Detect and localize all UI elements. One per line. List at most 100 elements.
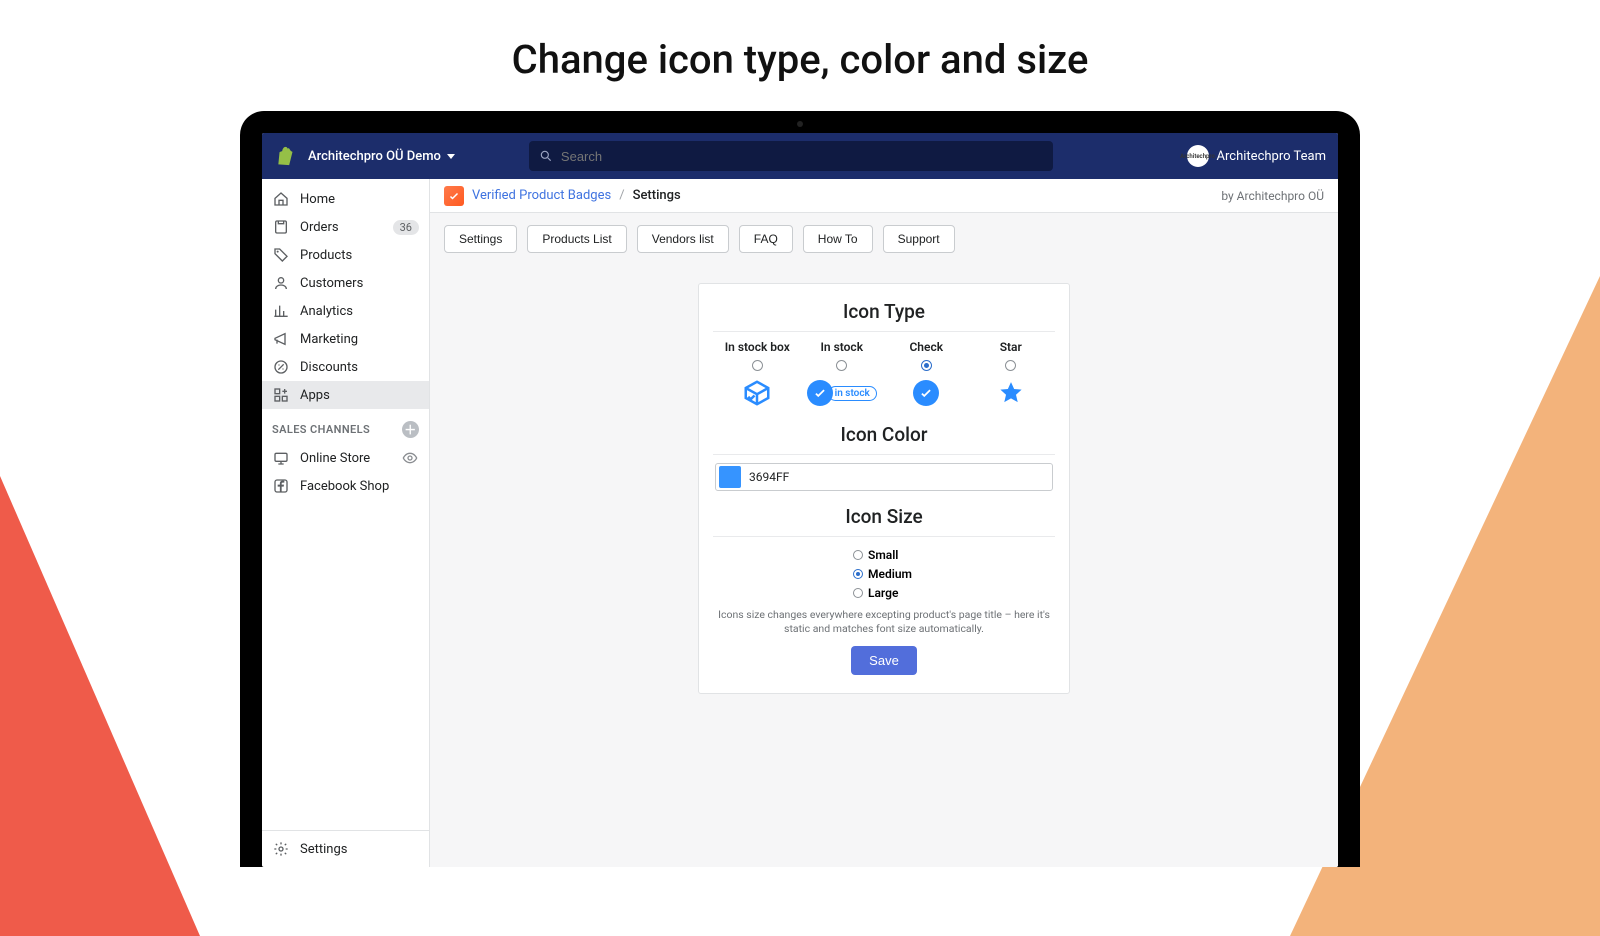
icon-size-option-small[interactable]: Small	[853, 545, 1053, 564]
home-icon	[272, 190, 290, 208]
icon-color-heading: Icon Color	[715, 423, 1053, 446]
avatar: Architechpro	[1187, 145, 1209, 167]
sidebar-item-products[interactable]: Products	[262, 241, 429, 269]
sidebar-item-label: Analytics	[300, 304, 419, 319]
radio-icon[interactable]	[853, 550, 863, 560]
color-swatch	[719, 466, 741, 488]
main-content: Verified Product Badges / Settings by Ar…	[430, 179, 1338, 867]
user-menu[interactable]: Architechpro Architechpro Team	[1187, 145, 1326, 167]
sidebar-item-label: Facebook Shop	[300, 479, 419, 494]
color-picker[interactable]: 3694FF	[715, 463, 1053, 491]
decor-triangle-left	[0, 476, 200, 936]
sidebar-item-label: Orders	[300, 220, 383, 235]
icon-type-label: In stock box	[725, 340, 790, 354]
icon-size-label: Small	[868, 548, 898, 562]
in-stock-pill: in stock	[828, 386, 877, 401]
breadcrumb-sep: /	[619, 188, 624, 203]
tab-how-to[interactable]: How To	[803, 225, 873, 253]
tab-faq[interactable]: FAQ	[739, 225, 793, 253]
view-store-icon[interactable]	[401, 449, 419, 467]
color-hex-value: 3694FF	[749, 470, 789, 484]
sales-channels-header: SALES CHANNELS ＋	[262, 409, 429, 444]
app-tabs: Settings Products List Vendors list FAQ …	[430, 213, 1338, 253]
search-input[interactable]	[561, 149, 1043, 164]
icon-type-label: Star	[1000, 340, 1022, 354]
camera-dot	[797, 121, 803, 127]
app-byline: by Architechpro OÜ	[1221, 189, 1324, 203]
icon-type-option-in-stock-box[interactable]: In stock box	[715, 340, 800, 409]
icon-size-hint: Icons size changes everywhere excepting …	[715, 608, 1053, 636]
settings-card: Icon Type In stock box In s	[698, 283, 1070, 694]
sidebar-channel-online-store[interactable]: Online Store	[262, 444, 429, 472]
discounts-icon	[272, 358, 290, 376]
products-icon	[272, 246, 290, 264]
sidebar-item-label: Discounts	[300, 360, 419, 375]
check-preview-icon	[913, 377, 939, 409]
tab-settings[interactable]: Settings	[444, 225, 517, 253]
breadcrumb-bar: Verified Product Badges / Settings by Ar…	[430, 179, 1338, 213]
save-button[interactable]: Save	[851, 646, 917, 675]
sidebar-item-marketing[interactable]: Marketing	[262, 325, 429, 353]
app-badge-icon	[444, 186, 464, 206]
icon-type-option-check[interactable]: Check	[884, 340, 969, 409]
icon-type-option-in-stock[interactable]: In stock in stock	[800, 340, 885, 409]
radio-icon[interactable]	[752, 360, 763, 371]
sidebar-item-customers[interactable]: Customers	[262, 269, 429, 297]
marketing-icon	[272, 330, 290, 348]
sidebar-item-apps[interactable]: Apps	[262, 381, 429, 409]
caret-down-icon	[447, 154, 455, 159]
sidebar-item-label: Products	[300, 248, 419, 263]
search-icon	[539, 149, 553, 163]
facebook-icon	[272, 477, 290, 495]
radio-icon[interactable]	[1005, 360, 1016, 371]
breadcrumb-current: Settings	[633, 188, 681, 203]
icon-size-label: Medium	[868, 567, 912, 581]
sales-channels-label: SALES CHANNELS	[272, 423, 370, 436]
radio-icon[interactable]	[921, 360, 932, 371]
global-search[interactable]	[529, 141, 1053, 171]
user-name-label: Architechpro Team	[1217, 149, 1326, 164]
icon-type-label: In stock	[820, 340, 863, 354]
tab-products-list[interactable]: Products List	[527, 225, 626, 253]
page-headline: Change icon type, color and size	[0, 36, 1600, 83]
icon-type-label: Check	[909, 340, 943, 354]
sidebar-item-label: Home	[300, 192, 419, 207]
customers-icon	[272, 274, 290, 292]
device-frame: Architechpro OÜ Demo Architechpro Archit…	[240, 111, 1360, 867]
sidebar-item-analytics[interactable]: Analytics	[262, 297, 429, 325]
sidebar-item-label: Settings	[300, 842, 419, 857]
radio-icon[interactable]	[836, 360, 847, 371]
in-stock-preview-icon: in stock	[807, 377, 877, 409]
orders-badge: 36	[393, 220, 419, 235]
sidebar-item-label: Marketing	[300, 332, 419, 347]
icon-type-heading: Icon Type	[715, 300, 1053, 323]
radio-icon[interactable]	[853, 569, 863, 579]
apps-icon	[272, 386, 290, 404]
sidebar-item-orders[interactable]: Orders 36	[262, 213, 429, 241]
sidebar-item-label: Apps	[300, 388, 419, 403]
icon-type-option-star[interactable]: Star	[969, 340, 1054, 409]
in-stock-box-preview-icon	[742, 377, 772, 409]
add-channel-icon[interactable]: ＋	[402, 421, 419, 438]
analytics-icon	[272, 302, 290, 320]
store-name-label: Architechpro OÜ Demo	[308, 149, 441, 164]
icon-size-label: Large	[868, 586, 898, 600]
online-store-icon	[272, 449, 290, 467]
sidebar-channel-facebook-shop[interactable]: Facebook Shop	[262, 472, 429, 500]
icon-size-option-large[interactable]: Large	[853, 583, 1053, 602]
sidebar-item-discounts[interactable]: Discounts	[262, 353, 429, 381]
sidebar-settings[interactable]: Settings	[262, 831, 429, 867]
gear-icon	[272, 840, 290, 858]
topbar: Architechpro OÜ Demo Architechpro Archit…	[262, 133, 1338, 179]
sidebar: Home Orders 36 Products	[262, 179, 430, 867]
sidebar-item-label: Online Store	[300, 451, 391, 466]
icon-size-option-medium[interactable]: Medium	[853, 564, 1053, 583]
sidebar-item-home[interactable]: Home	[262, 185, 429, 213]
shopify-logo-icon	[274, 145, 296, 167]
icon-size-heading: Icon Size	[715, 505, 1053, 528]
tab-vendors-list[interactable]: Vendors list	[637, 225, 729, 253]
radio-icon[interactable]	[853, 588, 863, 598]
store-switcher[interactable]: Architechpro OÜ Demo	[308, 149, 455, 164]
tab-support[interactable]: Support	[883, 225, 955, 253]
breadcrumb-app-link[interactable]: Verified Product Badges	[472, 188, 611, 203]
